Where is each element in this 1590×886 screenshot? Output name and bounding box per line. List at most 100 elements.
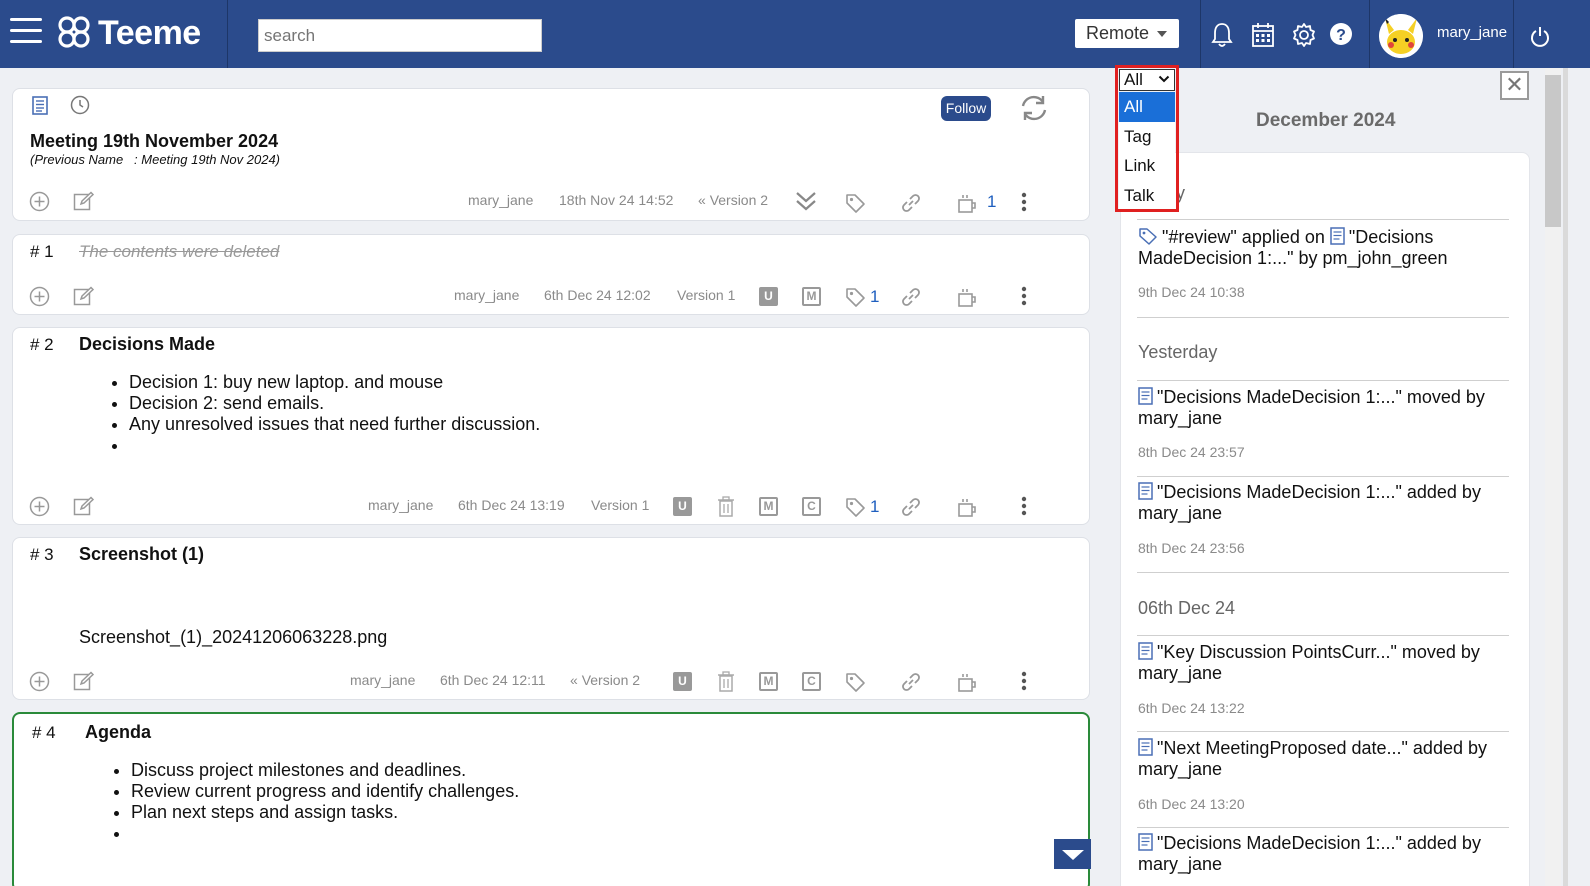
filter-option-all[interactable]: All <box>1119 92 1175 122</box>
add-circle-icon[interactable] <box>29 496 50 517</box>
gear-icon[interactable] <box>1291 22 1317 48</box>
version-link[interactable]: « Version 2 <box>698 192 768 208</box>
top-navigation-bar: Teeme Remote ? <box>0 0 1590 68</box>
post-card-active[interactable]: # 4 Agenda Discuss project milestones an… <box>12 712 1090 886</box>
link-icon[interactable] <box>900 671 922 693</box>
attachment-filename[interactable]: Screenshot_(1)_20241206063228.png <box>79 627 387 648</box>
caret-down-icon <box>1157 31 1167 37</box>
clock-icon[interactable] <box>70 95 90 115</box>
activity-text: "Decisions MadeDecision 1:..." added by … <box>1138 833 1481 874</box>
tag-icon[interactable] <box>845 287 866 308</box>
add-circle-icon[interactable] <box>29 191 50 212</box>
page-scrollbar[interactable] <box>1563 68 1568 886</box>
timestamp: 6th Dec 24 12:02 <box>544 287 651 303</box>
double-chevron-down-icon[interactable] <box>795 190 817 212</box>
activity-item[interactable]: "Decisions MadeDecision 1:..." added by … <box>1138 482 1508 524</box>
tag-icon[interactable] <box>845 497 866 518</box>
tag-count[interactable]: 1 <box>870 497 879 517</box>
activity-filter-select[interactable]: All <box>1119 69 1175 91</box>
close-panel-button[interactable]: ✕ <box>1500 71 1529 100</box>
previous-name-note: (Previous Name : Meeting 19th Nov 2024) <box>30 152 281 167</box>
link-icon[interactable] <box>900 496 922 518</box>
follow-button[interactable]: Follow <box>941 96 991 121</box>
trash-icon[interactable] <box>717 496 735 517</box>
edit-icon[interactable] <box>73 286 94 307</box>
filter-option-tag[interactable]: Tag <box>1119 122 1175 152</box>
tag-icon[interactable] <box>845 672 866 693</box>
more-vertical-icon[interactable] <box>1021 671 1027 691</box>
talk-cup-icon[interactable] <box>957 672 977 693</box>
move-m-icon[interactable]: M <box>759 497 778 516</box>
scrollbar-thumb[interactable] <box>1545 75 1561 227</box>
header-divider <box>1369 0 1370 68</box>
user-avatar[interactable] <box>1379 14 1423 58</box>
activity-item[interactable]: "Decisions MadeDecision 1:..." moved by … <box>1138 387 1508 429</box>
author-name[interactable]: mary_jane <box>454 287 519 303</box>
author-name[interactable]: mary_jane <box>350 672 415 688</box>
calendar-icon[interactable] <box>1251 22 1275 48</box>
post-title: Screenshot (1) <box>79 544 205 564</box>
tag-icon[interactable] <box>845 193 866 214</box>
header-divider <box>227 0 228 68</box>
search-input[interactable] <box>258 19 542 52</box>
divider <box>1137 380 1509 381</box>
add-circle-icon[interactable] <box>29 286 50 307</box>
bell-icon[interactable] <box>1211 22 1233 48</box>
activity-item[interactable]: "Decisions MadeDecision 1:..." added by … <box>1138 833 1508 875</box>
header-divider <box>1513 0 1514 68</box>
current-username[interactable]: mary_jane <box>1437 24 1507 41</box>
document-header-card: Follow Meeting 19th November 2024 (Previ… <box>12 88 1090 221</box>
divider <box>1137 476 1509 477</box>
version-label: Version 2 <box>581 672 641 688</box>
talk-count[interactable]: 1 <box>987 192 996 212</box>
link-icon[interactable] <box>900 286 922 308</box>
unread-u-icon[interactable]: U <box>759 287 778 306</box>
copy-c-icon[interactable]: C <box>802 672 821 691</box>
day-label-partial: y <box>1176 183 1185 203</box>
activity-filter-options: All Tag Link Talk <box>1119 92 1175 209</box>
activity-item[interactable]: "Key Discussion PointsCurr..." moved by … <box>1138 642 1508 684</box>
day-label: 06th Dec 24 <box>1138 598 1236 618</box>
filter-option-link[interactable]: Link <box>1119 151 1175 181</box>
filter-option-talk[interactable]: Talk <box>1119 181 1175 211</box>
refresh-icon[interactable] <box>1018 94 1050 122</box>
unread-u-icon[interactable]: U <box>673 672 692 691</box>
tag-icon <box>1139 228 1157 245</box>
activity-time: 6th Dec 24 13:22 <box>1138 700 1245 716</box>
trash-icon[interactable] <box>717 671 735 692</box>
talk-cup-icon[interactable] <box>957 287 977 308</box>
help-icon[interactable]: ? <box>1329 22 1353 46</box>
more-vertical-icon[interactable] <box>1021 496 1027 516</box>
document-icon <box>1138 738 1153 756</box>
power-icon[interactable] <box>1530 26 1550 48</box>
activity-item[interactable]: "#review" applied on "Decisions MadeDeci… <box>1138 227 1508 269</box>
remote-mode-dropdown[interactable]: Remote <box>1075 19 1179 48</box>
version-link[interactable]: « Version 2 <box>570 672 640 688</box>
more-vertical-icon[interactable] <box>1021 286 1027 306</box>
unread-u-icon[interactable]: U <box>673 497 692 516</box>
document-icon[interactable] <box>32 96 48 115</box>
bullet-item <box>131 823 519 844</box>
activity-time: 8th Dec 24 23:56 <box>1138 540 1245 556</box>
move-m-icon[interactable]: M <box>802 287 821 306</box>
remote-mode-label: Remote <box>1086 23 1150 43</box>
scroll-down-button[interactable] <box>1054 839 1091 869</box>
bullet-item: Review current progress and identify cha… <box>131 781 519 802</box>
copy-c-icon[interactable]: C <box>802 497 821 516</box>
activity-item[interactable]: "Next MeetingProposed date..." added by … <box>1138 738 1508 780</box>
edit-icon[interactable] <box>73 671 94 692</box>
more-vertical-icon[interactable] <box>1021 192 1027 212</box>
move-m-icon[interactable]: M <box>759 672 778 691</box>
author-name[interactable]: mary_jane <box>368 497 433 513</box>
talk-cup-icon[interactable] <box>957 193 977 214</box>
author-name[interactable]: mary_jane <box>468 192 533 208</box>
edit-icon[interactable] <box>73 191 94 212</box>
edit-icon[interactable] <box>73 496 94 517</box>
tag-count[interactable]: 1 <box>870 287 879 307</box>
document-icon <box>1138 482 1153 500</box>
add-circle-icon[interactable] <box>29 671 50 692</box>
hamburger-menu-icon[interactable] <box>10 18 42 46</box>
link-icon[interactable] <box>900 192 922 214</box>
talk-cup-icon[interactable] <box>957 497 977 518</box>
bullet-item: Decision 1: buy new laptop. and mouse <box>129 372 540 393</box>
